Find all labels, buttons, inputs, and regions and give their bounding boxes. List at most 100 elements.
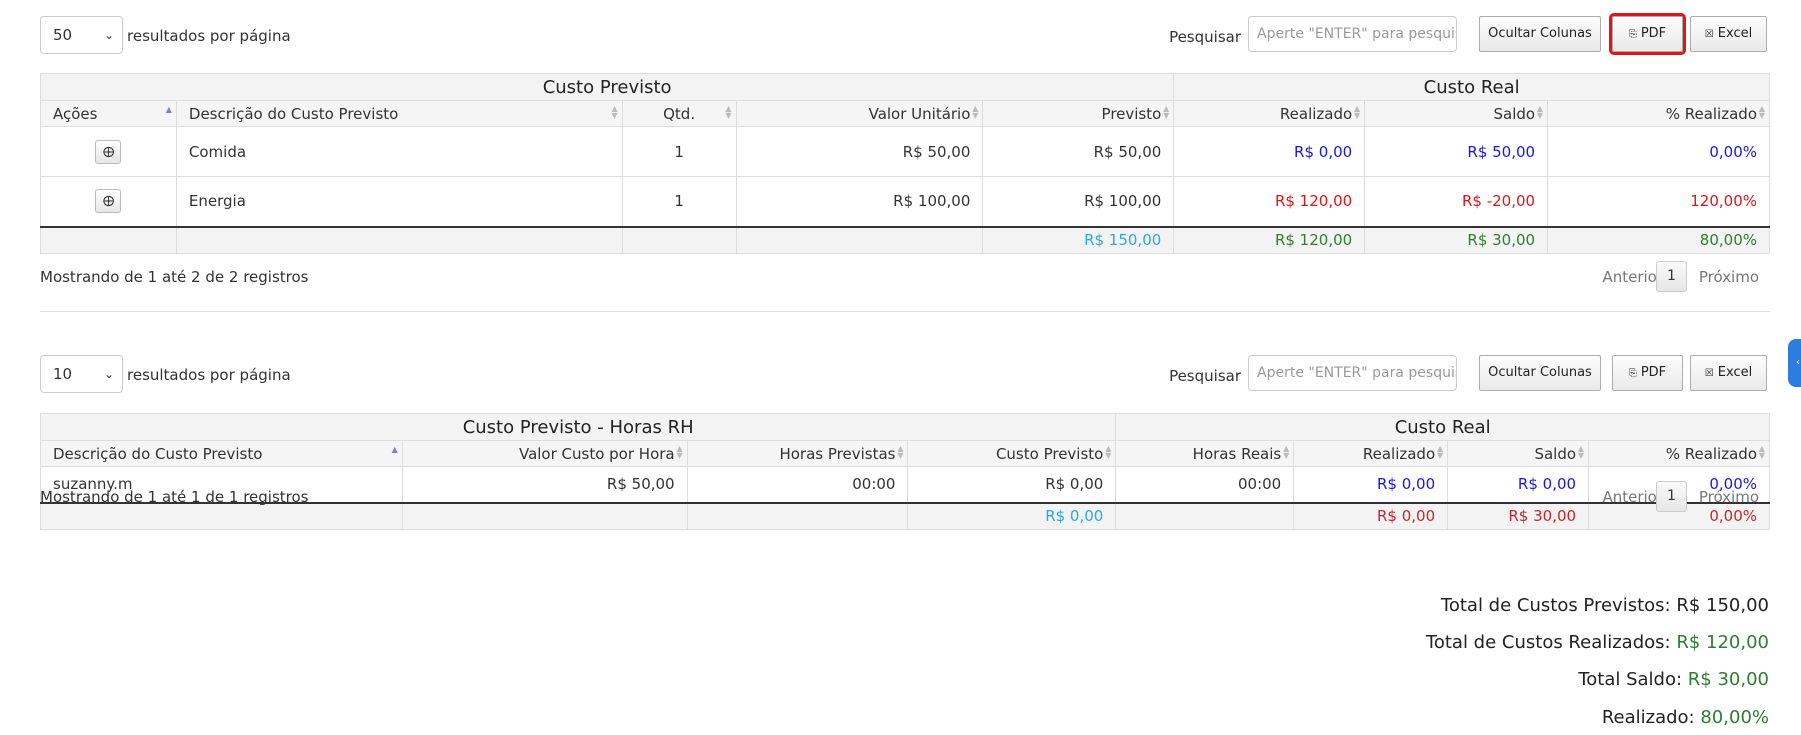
cell-realizado: R$ 0,00 bbox=[1173, 126, 1366, 177]
footer-custo-previsto-total: R$ 0,00 bbox=[907, 501, 1117, 530]
pagination-next[interactable]: Próximo bbox=[1699, 268, 1759, 286]
pdf-button-label: PDF bbox=[1640, 26, 1667, 41]
cell-valor-unitario: R$ 100,00 bbox=[735, 176, 984, 227]
total-realizados-label: Total de Custos Realizados: bbox=[1425, 632, 1671, 653]
col-header-horas-previstas[interactable]: Horas Previstas ▲ ▼ bbox=[686, 440, 909, 467]
cell-descricao: Energia bbox=[175, 176, 623, 227]
cell-saldo: R$ 50,00 bbox=[1364, 126, 1549, 177]
total-previstos: Total de Custos Previstos: R$ 150,00 bbox=[1441, 595, 1769, 616]
pdf-button[interactable]: ⎘ PDF bbox=[1609, 13, 1686, 55]
table1-toolbar: 50 ⌄ resultados por página Pesquisar Ape… bbox=[40, 13, 1770, 56]
pagination-next[interactable]: Próximo bbox=[1699, 488, 1759, 506]
group-header-custo-previsto: Custo Previsto bbox=[39, 73, 1175, 101]
hide-columns-button[interactable]: Ocultar Colunas bbox=[1479, 16, 1601, 52]
sort-icon: ▲ ▼ bbox=[1758, 104, 1765, 120]
page-size-select[interactable]: 10 ⌄ bbox=[40, 355, 123, 393]
footer-previsto-total: R$ 150,00 bbox=[982, 225, 1175, 254]
col-header-acoes[interactable]: Ações ▲ bbox=[40, 100, 177, 127]
col-header-realizado[interactable]: Realizado ▲ ▼ bbox=[1293, 440, 1449, 467]
cell-qtd: 1 bbox=[621, 176, 737, 227]
total-realizados: Total de Custos Realizados: R$ 120,00 bbox=[1426, 632, 1769, 653]
plus-circle-icon[interactable]: ⨁ bbox=[95, 189, 122, 214]
cell-horas-reais: 00:00 bbox=[1115, 466, 1295, 503]
pagination-previous[interactable]: Anterior bbox=[1602, 488, 1663, 506]
sort-icon: ▲ ▼ bbox=[1354, 104, 1361, 120]
pagination-page-1[interactable]: 1 bbox=[1656, 261, 1687, 292]
search-input[interactable]: Aperte "ENTER" para pesquisar bbox=[1248, 355, 1457, 391]
col-header-horas-reais[interactable]: Horas Reais ▲ ▼ bbox=[1115, 440, 1295, 467]
table-row: ⨁ Comida 1 R$ 50,00 R$ 50,00 R$ 0,00 R$ … bbox=[40, 126, 1770, 177]
excel-button[interactable]: ☒ Excel bbox=[1690, 355, 1767, 391]
cell-descricao: Comida bbox=[175, 126, 623, 177]
search-input[interactable]: Aperte "ENTER" para pesquisar bbox=[1248, 16, 1457, 52]
footer-realizado-total: R$ 120,00 bbox=[1173, 225, 1366, 254]
total-realizado-label: Realizado: bbox=[1601, 707, 1695, 728]
cell-pct-realizado: 120,00% bbox=[1547, 176, 1770, 227]
custo-previsto-section: 50 ⌄ resultados por página Pesquisar Ape… bbox=[39, 13, 1770, 292]
per-page-label: resultados por página bbox=[127, 27, 291, 45]
file-excel-icon: ☒ bbox=[1704, 368, 1714, 379]
col-header-valor-custo-hora[interactable]: Valor Custo por Hora ▲ ▼ bbox=[401, 440, 688, 467]
col-header-saldo[interactable]: Saldo ▲ ▼ bbox=[1447, 440, 1590, 467]
footer-empty bbox=[401, 501, 688, 530]
group-header-horas-rh: Custo Previsto - Horas RH bbox=[39, 413, 1117, 441]
horas-rh-section: 10 ⌄ resultados por página Pesquisar Ape… bbox=[39, 355, 1770, 530]
total-realizado-pct: Realizado: 80,00% bbox=[1602, 707, 1769, 728]
col-header-realizado[interactable]: Realizado ▲ ▼ bbox=[1173, 100, 1366, 127]
sort-icon: ▲ ▼ bbox=[972, 104, 979, 120]
horas-rh-table: Custo Previsto - Horas RH Custo Real Des… bbox=[39, 413, 1770, 530]
col-header-valor-unitario[interactable]: Valor Unitário ▲ ▼ bbox=[735, 100, 984, 127]
total-saldo-value: R$ 30,00 bbox=[1687, 669, 1769, 690]
cell-previsto: R$ 50,00 bbox=[982, 126, 1175, 177]
total-previstos-label: Total de Custos Previstos: bbox=[1440, 595, 1671, 616]
col-header-saldo[interactable]: Saldo ▲ ▼ bbox=[1364, 100, 1549, 127]
cell-valor-unitario: R$ 50,00 bbox=[735, 126, 984, 177]
col-header-pct-realizado[interactable]: % Realizado ▲ ▼ bbox=[1588, 440, 1770, 467]
sort-icon: ▲ ▼ bbox=[676, 444, 683, 460]
section-divider bbox=[40, 311, 1770, 312]
table-footer-row: R$ 150,00 R$ 120,00 R$ 30,00 80,00% bbox=[40, 225, 1770, 254]
pagination-previous[interactable]: Anterior bbox=[1602, 268, 1663, 286]
page-size-value: 10 bbox=[53, 365, 73, 383]
cell-valor-custo-hora: R$ 50,00 bbox=[401, 466, 688, 503]
plus-circle-icon[interactable]: ⨁ bbox=[95, 139, 122, 164]
col-header-custo-previsto[interactable]: Custo Previsto ▲ ▼ bbox=[907, 440, 1117, 467]
chevron-icon[interactable]: ‹ bbox=[1788, 339, 1801, 387]
group-header-custo-real: Custo Real bbox=[1115, 413, 1770, 441]
col-header-qtd[interactable]: Qtd. ▲ ▼ bbox=[621, 100, 737, 127]
total-saldo: Total Saldo: R$ 30,00 bbox=[1578, 669, 1769, 690]
sort-icon: ▲ ▼ bbox=[1577, 444, 1585, 460]
col-header-previsto[interactable]: Previsto ▲ ▼ bbox=[982, 100, 1175, 127]
sort-icon: ▲ ▼ bbox=[725, 104, 732, 120]
hide-columns-button[interactable]: Ocultar Colunas bbox=[1479, 355, 1601, 391]
col-header-descricao[interactable]: Descrição do Custo Previsto ▲ bbox=[40, 440, 403, 467]
footer-realizado-total: R$ 0,00 bbox=[1293, 501, 1449, 530]
records-info: Mostrando de 1 até 1 de 1 registros bbox=[40, 488, 309, 506]
row-action-cell: ⨁ bbox=[40, 176, 177, 227]
total-saldo-label: Total Saldo: bbox=[1578, 669, 1683, 690]
excel-button[interactable]: ☒ Excel bbox=[1690, 16, 1767, 52]
col-header-descricao[interactable]: Descrição do Custo Previsto ▲ ▼ bbox=[175, 100, 623, 127]
footer-empty bbox=[40, 225, 177, 254]
table-footer-row: R$ 0,00 R$ 0,00 R$ 30,00 0,00% bbox=[40, 501, 1770, 530]
file-pdf-icon: ⎘ bbox=[1628, 29, 1637, 40]
footer-empty bbox=[686, 501, 909, 530]
excel-button-label: Excel bbox=[1717, 365, 1753, 380]
page-size-value: 50 bbox=[53, 26, 73, 44]
page-size-select[interactable]: 50 ⌄ bbox=[40, 16, 123, 54]
pagination-page-1[interactable]: 1 bbox=[1656, 481, 1687, 512]
col-header-pct-realizado[interactable]: % Realizado ▲ ▼ bbox=[1547, 100, 1770, 127]
sort-icon: ▲ ▼ bbox=[1436, 444, 1444, 460]
sort-icon: ▲ ▼ bbox=[1758, 444, 1765, 460]
total-realizado-value: 80,00% bbox=[1700, 707, 1769, 728]
sort-asc-icon: ▲ bbox=[391, 445, 398, 454]
file-pdf-icon: ⎘ bbox=[1628, 368, 1637, 379]
file-excel-icon: ☒ bbox=[1704, 29, 1714, 40]
footer-saldo-total: R$ 30,00 bbox=[1447, 501, 1590, 530]
cell-pct-realizado: 0,00% bbox=[1547, 126, 1770, 177]
cell-saldo: R$ -20,00 bbox=[1364, 176, 1549, 227]
group-header-custo-real: Custo Real bbox=[1173, 73, 1770, 101]
per-page-label: resultados por página bbox=[127, 366, 291, 384]
cell-custo-previsto: R$ 0,00 bbox=[907, 466, 1117, 503]
pdf-button[interactable]: ⎘ PDF bbox=[1612, 355, 1683, 391]
